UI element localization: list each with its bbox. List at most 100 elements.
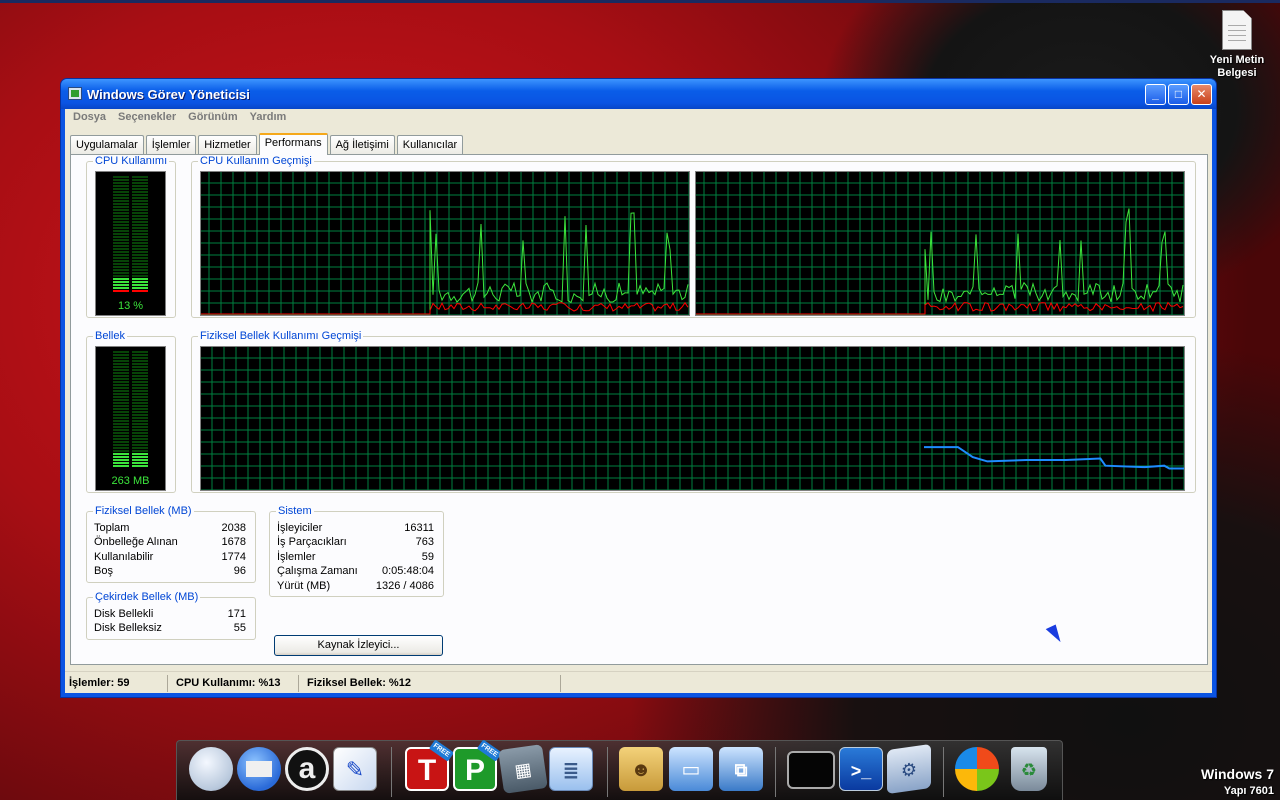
meter-segment <box>113 278 129 280</box>
meter-segment <box>132 185 148 187</box>
memory-history-group: Fiziksel Bellek Kullanımı Geçmişi <box>191 330 1196 493</box>
resource-monitor-button[interactable]: Kaynak İzleyici... <box>274 635 443 656</box>
cpu-usage-group: CPU Kullanımı 13 % <box>86 155 176 318</box>
paint-icon[interactable]: ✎ <box>333 747 377 791</box>
status-processes: İşlemler: 59 <box>65 675 168 692</box>
meter-segment <box>132 257 148 259</box>
meter-segment <box>132 230 148 232</box>
powershell-icon[interactable]: >_ <box>839 747 883 791</box>
meter-segment <box>132 233 148 235</box>
meter-segment <box>113 444 129 446</box>
globe-icon[interactable] <box>189 747 233 791</box>
memory-label: Bellek <box>95 330 125 342</box>
meter-segment <box>113 185 129 187</box>
meter-segment <box>113 269 129 271</box>
meter-segment <box>132 366 148 368</box>
meter-segment <box>132 351 148 353</box>
meter-segment <box>113 414 129 416</box>
tab-uygulamalar[interactable]: Uygulamalar <box>70 135 144 154</box>
meter-segment <box>113 423 129 425</box>
menu-secenekler[interactable]: Seçenekler <box>112 109 182 125</box>
meter-segment <box>132 411 148 413</box>
user-folder-icon[interactable]: ☻ <box>619 747 663 791</box>
meter-segment <box>132 209 148 211</box>
cpu-history-group: CPU Kullanım Geçmişi <box>191 155 1196 318</box>
meter-segment <box>113 447 129 449</box>
meter-segment <box>132 426 148 428</box>
meter-segment <box>132 402 148 404</box>
meter-segment <box>132 200 148 202</box>
meter-segment <box>113 206 129 208</box>
meter-segment <box>132 369 148 371</box>
meter-segment <box>113 275 129 277</box>
meter-segment <box>132 254 148 256</box>
cpu-meter-bars <box>113 176 148 292</box>
menu-bar: Dosya Seçenekler Görünüm Yardım <box>65 109 1212 128</box>
close-button[interactable]: ✕ <box>1191 84 1212 105</box>
computer-icon[interactable]: ▭ <box>669 747 713 791</box>
cpu-total-line <box>201 210 689 315</box>
mail-icon[interactable] <box>237 747 281 791</box>
status-memory: Fiziksel Bellek: %12 <box>303 675 561 692</box>
stat-value: 1774 <box>221 550 246 563</box>
network-icon[interactable]: ⧉ <box>719 747 763 791</box>
stat-value: 59 <box>421 550 434 563</box>
P-free-icon[interactable]: P FREE <box>453 739 503 791</box>
notepad-icon[interactable]: ≣ <box>549 747 593 791</box>
meter-segment <box>113 459 129 461</box>
title-bar[interactable]: Windows Görev Yöneticisi _ □ ✕ <box>61 79 1216 109</box>
meter-segment <box>113 411 129 413</box>
meter-segment <box>132 429 148 431</box>
menu-yardim[interactable]: Yardım <box>244 109 293 125</box>
desktop-icon-new-text-document[interactable]: Yeni Metin Belgesi <box>1200 10 1274 80</box>
meter-segment <box>113 420 129 422</box>
meter-segment <box>113 441 129 443</box>
meter-segment <box>132 281 148 283</box>
dock-separator <box>607 747 608 797</box>
meter-segment <box>113 233 129 235</box>
tab-hizmetler[interactable]: Hizmetler <box>198 135 257 154</box>
stat-value: 763 <box>415 536 434 549</box>
dock-separator <box>943 747 944 797</box>
stat-row: İşleyiciler 16311 <box>277 521 434 536</box>
menu-dosya[interactable]: Dosya <box>67 109 112 125</box>
meter-segment <box>113 242 129 244</box>
system-label: Sistem <box>278 505 312 517</box>
meter-segment <box>113 432 129 434</box>
T-free-icon[interactable]: T FREE <box>405 739 455 791</box>
meter-segment <box>132 462 148 464</box>
meter-segment <box>132 375 148 377</box>
os-watermark-line1: Windows 7 <box>1201 766 1274 782</box>
meter-segment <box>132 396 148 398</box>
tab-islemler[interactable]: İşlemler <box>145 135 197 154</box>
meter-segment <box>132 384 148 386</box>
cpu-kernel-line <box>696 301 1184 315</box>
tab-ag-iletisimi[interactable]: Ağ İletişimi <box>329 135 395 154</box>
cpu-history-label: CPU Kullanım Geçmişi <box>200 155 312 167</box>
meter-segment <box>132 357 148 359</box>
tab-performans[interactable]: Performans <box>258 133 328 155</box>
meter-segment <box>132 179 148 181</box>
recycle-bin-icon[interactable]: ♻ <box>1011 747 1047 791</box>
meter-segment <box>113 257 129 259</box>
meter-segment <box>113 227 129 229</box>
meter-segment <box>113 453 129 455</box>
menu-gorunum[interactable]: Görünüm <box>182 109 244 125</box>
meter-segment <box>113 390 129 392</box>
calculator-icon[interactable]: ▦ <box>498 744 548 794</box>
maximize-button[interactable]: □ <box>1168 84 1189 105</box>
minimize-button[interactable]: _ <box>1145 84 1166 105</box>
meter-segment <box>113 251 129 253</box>
cmd-icon[interactable] <box>787 751 835 789</box>
control-panel-icon[interactable]: ⚙ <box>887 743 931 795</box>
tab-kullanicilar[interactable]: Kullanıcılar <box>396 135 464 154</box>
stat-name: İş Parçacıkları <box>277 536 347 549</box>
meter-segment <box>113 272 129 274</box>
stat-value: 16311 <box>404 521 434 534</box>
a-icon[interactable]: a <box>285 747 329 791</box>
stat-name: Disk Belleksiz <box>94 622 162 635</box>
top-strip <box>0 0 1280 3</box>
stat-name: Yürüt (MB) <box>277 579 331 592</box>
meter-segment <box>113 405 129 407</box>
windows-update-icon[interactable] <box>955 747 999 791</box>
